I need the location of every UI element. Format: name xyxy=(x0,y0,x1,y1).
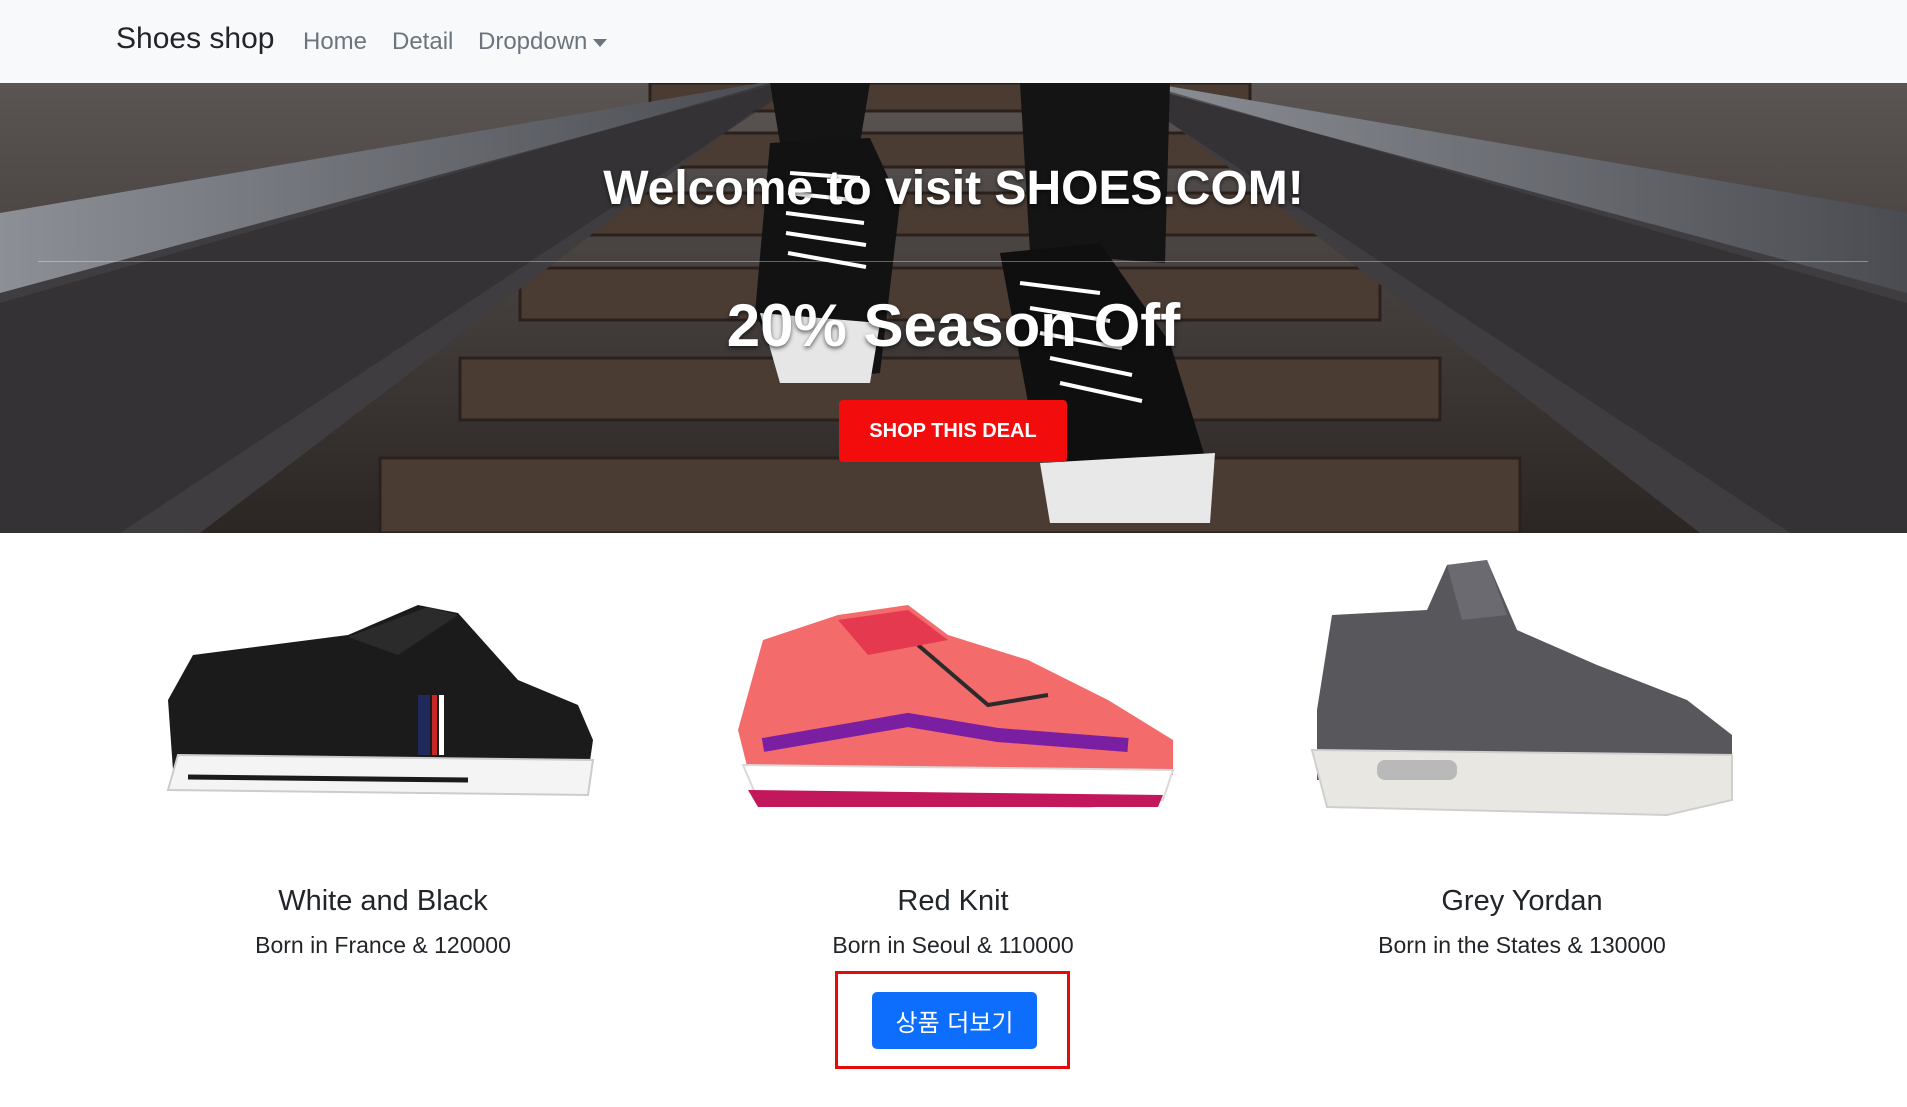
caret-down-icon xyxy=(593,39,608,47)
product-name: White and Black xyxy=(278,885,488,917)
hero-title: Welcome to visit SHOES.COM! xyxy=(603,162,1304,215)
shop-this-deal-button[interactable]: SHOP THIS DEAL xyxy=(839,400,1067,462)
nav-link-home[interactable]: Home xyxy=(303,28,367,56)
product-card: Grey Yordan Born in the States & 130000 xyxy=(1237,545,1807,959)
nav-link-detail[interactable]: Detail xyxy=(392,28,453,56)
hero-banner: Welcome to visit SHOES.COM! 20% Season O… xyxy=(0,83,1907,533)
product-image-white-black[interactable] xyxy=(98,545,668,845)
product-description: Born in France & 120000 xyxy=(255,932,511,958)
brand-logo[interactable]: Shoes shop xyxy=(116,22,274,56)
product-card: Red Knit Born in Seoul & 110000 xyxy=(668,545,1238,959)
product-name: Grey Yordan xyxy=(1441,885,1603,917)
nav-dropdown-toggle[interactable]: Dropdown xyxy=(478,28,608,56)
more-button-highlight: 상품 더보기 xyxy=(835,971,1070,1069)
product-image-grey-yordan[interactable] xyxy=(1237,545,1807,845)
product-description: Born in Seoul & 110000 xyxy=(832,932,1074,958)
product-image-red-knit[interactable] xyxy=(668,545,1238,845)
product-description: Born in the States & 130000 xyxy=(1378,932,1666,958)
navbar: Shoes shop Home Detail Dropdown xyxy=(0,0,1907,83)
more-products-button[interactable]: 상품 더보기 xyxy=(872,992,1037,1049)
product-name: Red Knit xyxy=(897,885,1009,917)
product-card: White and Black Born in France & 120000 xyxy=(98,545,668,959)
hero-divider xyxy=(38,261,1868,262)
hero-subtitle: 20% Season Off xyxy=(726,292,1181,359)
nav-dropdown-label: Dropdown xyxy=(478,28,588,55)
